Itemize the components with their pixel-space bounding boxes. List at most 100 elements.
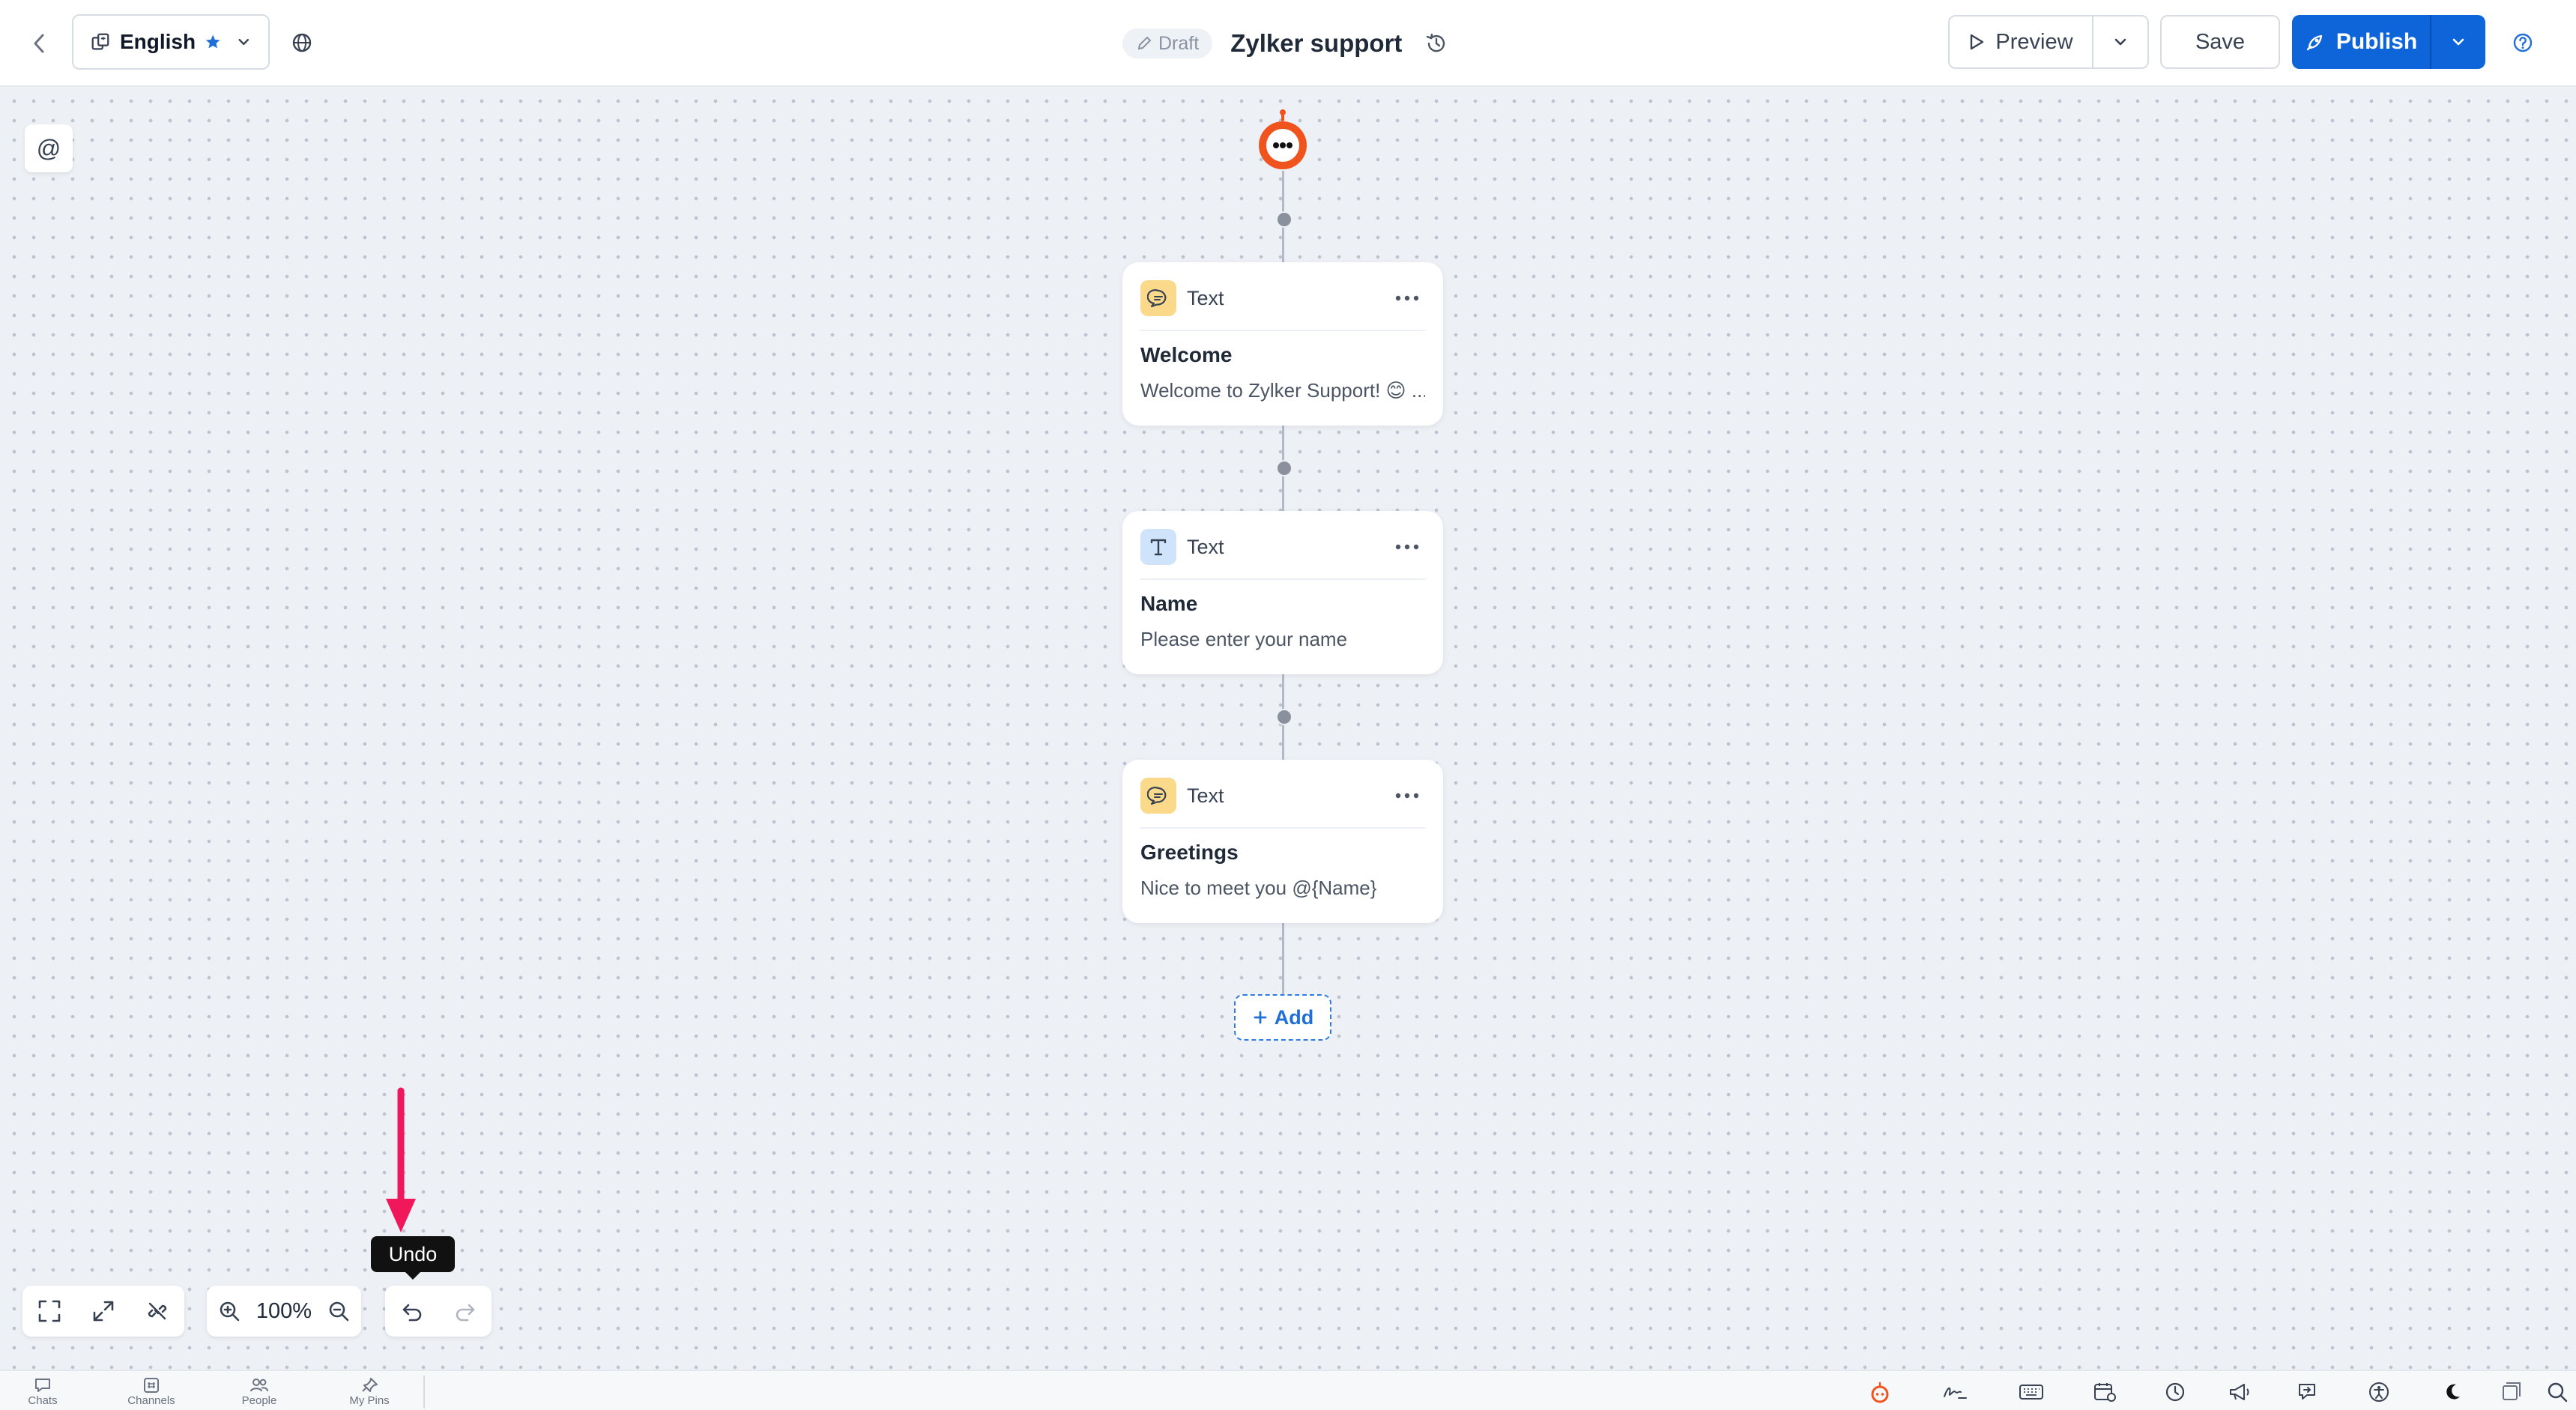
clock-icon	[2165, 1382, 2185, 1402]
flow-card-name[interactable]: Text Name Please enter your name	[1122, 511, 1443, 674]
undo-button[interactable]	[385, 1286, 438, 1337]
connector-line	[1282, 923, 1284, 995]
search-button[interactable]	[2542, 1377, 2573, 1407]
card-icon	[1140, 529, 1176, 565]
language-label: English	[119, 30, 196, 53]
add-node-button[interactable]: Add	[1234, 994, 1331, 1041]
nav-my-pins[interactable]: My Pins	[343, 1373, 396, 1410]
nav-people[interactable]: People	[235, 1373, 283, 1410]
zoom-tools: 100%	[207, 1286, 361, 1337]
chevron-down-icon	[238, 38, 250, 46]
title-group: Draft Zylker support	[1122, 21, 1453, 66]
more-horizontal-icon	[1395, 793, 1419, 799]
moon-icon	[2446, 1384, 2460, 1400]
calendar-button[interactable]	[2089, 1377, 2120, 1407]
chat-transfer-icon	[2299, 1384, 2315, 1400]
nav-chats[interactable]: Chats	[24, 1373, 61, 1410]
chat-icon	[35, 1378, 50, 1392]
bot-start-node[interactable]	[1254, 109, 1312, 172]
publish-label: Publish	[2335, 29, 2418, 54]
flow-card-welcome[interactable]: Text Welcome Welcome to Zylker Support! …	[1122, 262, 1443, 426]
card-header: Text	[1140, 279, 1425, 331]
nav-label: Chats	[28, 1394, 58, 1407]
announcement-button[interactable]	[2224, 1377, 2255, 1407]
translate-icon	[91, 33, 109, 50]
zoom-out-button[interactable]	[316, 1286, 361, 1337]
more-horizontal-icon	[1395, 295, 1419, 301]
expand-button[interactable]	[76, 1286, 130, 1337]
calendar-icon	[2094, 1383, 2116, 1402]
preview-button[interactable]: Preview	[1950, 16, 2093, 67]
top-bar: English Draft Zylker support Preview Sav…	[0, 0, 2576, 87]
connector-dot[interactable]	[1276, 211, 1292, 228]
card-icon	[1140, 280, 1176, 316]
preview-dropdown-button[interactable]	[2093, 16, 2147, 67]
focus-frame-icon	[38, 1300, 61, 1322]
card-title: Welcome	[1140, 343, 1233, 366]
bot-status-button[interactable]	[1864, 1377, 1896, 1407]
chat-transfer-button[interactable]	[2291, 1377, 2323, 1407]
publish-dropdown-button[interactable]	[2431, 15, 2485, 69]
back-button[interactable]	[18, 19, 60, 67]
card-menu-button[interactable]	[1389, 532, 1425, 562]
flow-card-greetings[interactable]: Text Greetings Nice to meet you @{Name}	[1122, 760, 1443, 923]
save-button[interactable]: Save	[2160, 15, 2280, 69]
bottom-bar: Chats Channels People My Pins	[0, 1370, 2576, 1410]
keyboard-button[interactable]	[2016, 1377, 2047, 1407]
card-type: Text	[1187, 784, 1224, 807]
dark-mode-button[interactable]	[2437, 1377, 2468, 1407]
zoom-in-button[interactable]	[207, 1286, 252, 1337]
megaphone-icon	[2230, 1384, 2249, 1400]
card-text: Welcome to Zylker Support! 😊 ...	[1140, 379, 1425, 402]
bot-icon	[1871, 1382, 1889, 1403]
help-icon	[2513, 33, 2533, 52]
channels-icon	[144, 1377, 159, 1393]
nav-divider	[423, 1376, 425, 1409]
accessibility-button[interactable]	[2363, 1377, 2395, 1407]
mention-button[interactable]: @	[25, 124, 73, 172]
chat-bubble-icon	[1147, 289, 1167, 308]
chevron-down-icon	[2452, 38, 2464, 46]
archive-button[interactable]	[2495, 1377, 2527, 1407]
text-t-icon	[1150, 539, 1167, 556]
card-menu-button[interactable]	[1389, 283, 1425, 313]
fit-screen-button[interactable]	[22, 1286, 76, 1337]
clock-button[interactable]	[2159, 1377, 2191, 1407]
unlink-icon	[148, 1302, 167, 1320]
redo-icon	[456, 1304, 474, 1322]
globe-button[interactable]	[283, 24, 321, 61]
signature-icon	[1944, 1388, 1967, 1399]
language-select[interactable]: English	[72, 14, 270, 70]
help-button[interactable]	[2506, 25, 2540, 60]
card-header: Text	[1140, 776, 1425, 829]
more-horizontal-icon	[1395, 544, 1419, 550]
chevron-left-icon	[34, 34, 44, 53]
nav-label: People	[241, 1394, 277, 1407]
connector-dot[interactable]	[1276, 709, 1292, 725]
nav-channels[interactable]: Channels	[123, 1373, 180, 1410]
nav-label: Channels	[127, 1394, 175, 1407]
history-button[interactable]	[1420, 27, 1453, 60]
card-header: Text	[1140, 527, 1425, 580]
card-type: Text	[1187, 535, 1224, 558]
chevron-down-icon	[2114, 38, 2126, 46]
redo-button[interactable]	[438, 1286, 492, 1337]
card-title: Greetings	[1140, 841, 1239, 864]
star-icon	[205, 34, 220, 49]
card-text: Please enter your name	[1140, 628, 1348, 650]
bot-title: Zylker support	[1230, 29, 1403, 57]
card-menu-button[interactable]	[1389, 781, 1425, 811]
annotation-arrow	[386, 1087, 416, 1232]
card-text: Nice to meet you @{Name}	[1140, 877, 1377, 899]
expand-icon	[93, 1301, 114, 1322]
connector-dot[interactable]	[1276, 460, 1292, 476]
unlink-button[interactable]	[130, 1286, 184, 1337]
globe-icon	[292, 33, 312, 52]
publish-button[interactable]: Publish	[2292, 15, 2431, 69]
zoom-in-icon	[220, 1301, 240, 1322]
nav-label: My Pins	[349, 1394, 390, 1407]
undo-tooltip: Undo	[371, 1236, 455, 1280]
card-title: Name	[1140, 592, 1198, 615]
view-tools	[22, 1286, 184, 1337]
signature-button[interactable]	[1939, 1377, 1971, 1407]
